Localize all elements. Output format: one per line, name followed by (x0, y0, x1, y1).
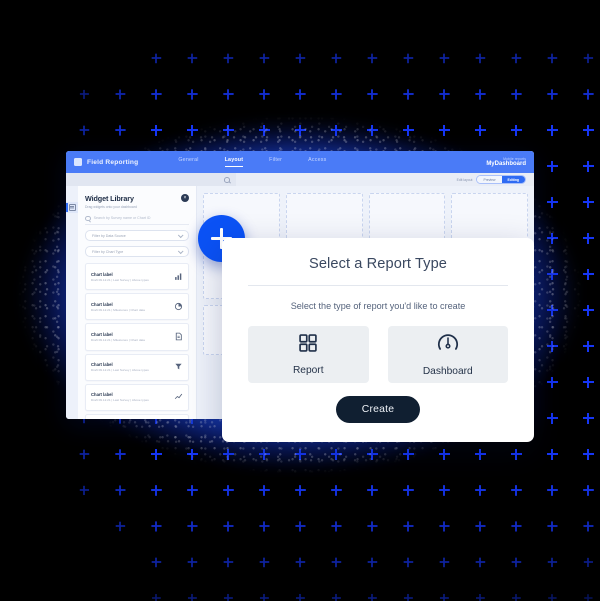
widget-text-block: Chart label Draft 09.12.21 | Milestones … (91, 332, 145, 342)
edit-mode-toggle-group: Edit layout Preview Editing (457, 175, 534, 184)
bar-chart-icon (174, 268, 183, 286)
report-option-label: Report (292, 365, 324, 376)
line-chart-icon (174, 388, 183, 406)
document-icon (174, 328, 183, 346)
widget-text-block: Chart label Draft 09.12.21 | Last Survey… (91, 392, 149, 402)
edit-mode-toggle[interactable]: Preview Editing (476, 175, 526, 184)
tab-access[interactable]: Access (308, 157, 326, 167)
chevron-down-icon (177, 232, 184, 238)
list-item[interactable]: Chart label Draft 09.12.21 | Milestones … (85, 293, 189, 321)
widget-list: Chart label Draft 09.12.21 | Last Survey… (85, 263, 189, 419)
list-item[interactable]: Chart label Draft 09.12.21 | Milestones … (85, 323, 189, 351)
widget-meta: Draft 09.12.21 | Last Survey | Above typ… (91, 398, 149, 403)
widgets-panel-icon (68, 204, 76, 211)
filter-chart-type-label: Filter by Chart Type (92, 249, 124, 254)
search-icon (85, 215, 91, 222)
widget-meta: Draft 09.12.21 | Milestones | Chart data (91, 338, 145, 343)
widget-library-sidebar: Widget Library Drag widgets onto your da… (78, 186, 197, 419)
widget-library-title: Widget Library (85, 194, 134, 203)
funnel-icon (174, 358, 183, 376)
report-type-option-report[interactable]: Report (248, 326, 369, 383)
widget-title: Chart label (91, 301, 113, 307)
left-icon-rail (66, 186, 78, 419)
widget-meta: Draft 09.12.21 | Last Survey | Above typ… (91, 368, 149, 373)
widget-title: Chart label (91, 362, 113, 368)
subbar-search-input[interactable] (66, 173, 236, 186)
tab-layout[interactable]: Layout (224, 157, 244, 167)
list-item[interactable]: Chart label Draft 09.12.21 | Last Survey… (85, 353, 189, 381)
placeholder-tile[interactable] (368, 193, 446, 243)
app-tabs: General Layout Filter Access (178, 157, 326, 167)
search-icon (224, 177, 230, 183)
widget-search-placeholder: Search by Survey name or Chart ID (93, 216, 151, 221)
widget-library-heading-block: Widget Library Drag widgets onto your da… (85, 194, 137, 209)
report-type-option-dashboard[interactable]: Dashboard (387, 326, 508, 383)
placeholder-tile[interactable] (451, 193, 528, 243)
create-button[interactable]: Create (335, 396, 421, 423)
filter-chart-type-select[interactable]: Filter by Chart Type (85, 246, 189, 258)
list-item[interactable]: Chart label Draft 09.12.21 | Last Survey… (85, 263, 189, 291)
placeholder-tile[interactable] (285, 193, 363, 243)
widget-meta: Draft 09.12.21 | Milestones | Chart data (91, 307, 145, 312)
screenshot-stage: Field Reporting General Layout Filter Ac… (0, 0, 600, 601)
rail-item-widgets[interactable] (66, 202, 78, 213)
close-icon[interactable]: × (181, 194, 189, 202)
modal-subtitle: Select the type of report you'd like to … (290, 301, 466, 311)
widget-text-block: Chart label Draft 09.12.21 | Last Survey… (91, 272, 149, 282)
widget-title: Chart label (91, 332, 113, 338)
filter-data-source-select[interactable]: Filter by Data Source (85, 230, 189, 242)
select-report-type-modal: Select a Report Type Select the type of … (222, 238, 534, 442)
tab-general[interactable]: General (178, 157, 198, 167)
grid-squares-icon (298, 333, 318, 358)
widget-library-subtitle: Drag widgets onto your dashboard (85, 204, 137, 209)
gauge-icon (437, 332, 459, 359)
widget-title: Chart label (91, 392, 113, 398)
toggle-option-editing[interactable]: Editing (501, 176, 525, 183)
modal-title: Select a Report Type (308, 256, 448, 272)
report-type-choices: Report Dashboard (248, 326, 508, 383)
widget-text-block: Chart label Draft 09.12.21 | Last Survey… (91, 362, 149, 372)
widget-text-block: Chart label Draft 09.12.21 | Milestones … (91, 302, 145, 312)
app-logo-icon (74, 158, 82, 166)
widget-library-header: Widget Library Drag widgets onto your da… (85, 194, 189, 209)
app-title: Field Reporting (87, 158, 139, 166)
edit-mode-label: Edit layout (456, 177, 473, 182)
dashboard-name-block: Mobile reports MyDashboard (486, 157, 526, 167)
widget-title: Chart label (91, 271, 113, 277)
pie-chart-icon (174, 298, 183, 316)
chevron-down-icon (177, 248, 184, 254)
dashboard-name: MyDashboard (486, 161, 526, 167)
widget-search-input[interactable]: Search by Survey name or Chart ID (85, 215, 189, 226)
app-titlebar: Field Reporting General Layout Filter Ac… (66, 151, 534, 173)
app-subbar: Edit layout Preview Editing (66, 173, 534, 186)
dashboard-option-label: Dashboard (422, 366, 473, 377)
modal-divider (248, 285, 508, 286)
widget-meta: Draft 09.12.21 | Last Survey | Above typ… (91, 277, 149, 282)
list-item[interactable]: Chart label Draft 09.12.21 | Last Survey… (85, 383, 189, 412)
modal-actions: Create (248, 396, 508, 423)
canvas-grid-row (203, 193, 528, 243)
list-item[interactable]: Chart label Draft 09.12.21 | Last Survey… (85, 414, 189, 419)
tab-filter[interactable]: Filter (269, 157, 282, 167)
filter-data-source-label: Filter by Data Source (92, 233, 126, 238)
toggle-option-preview[interactable]: Preview (477, 176, 502, 183)
